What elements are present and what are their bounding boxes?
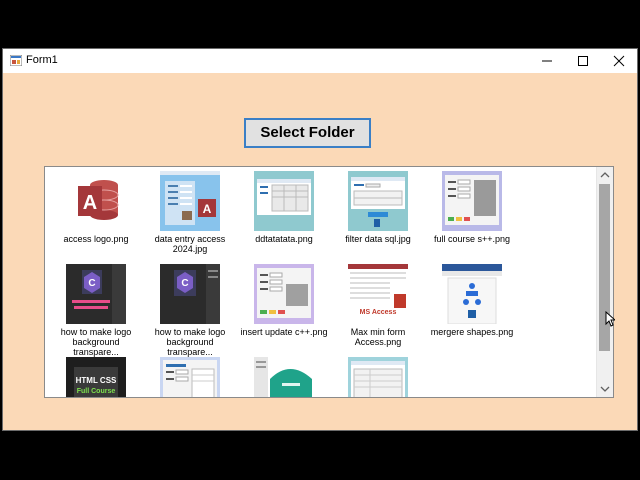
image-thumbnail-icon	[160, 357, 220, 397]
file-name: access logo.png	[63, 234, 129, 244]
image-thumbnail-icon: MS Access	[348, 264, 408, 324]
image-thumbnail-icon	[348, 357, 408, 397]
file-name: insert update c++.png	[240, 327, 328, 337]
thumb-course-label: Full Course	[77, 388, 116, 395]
file-name: mergere shapes.png	[430, 327, 514, 337]
close-button[interactable]	[601, 49, 637, 73]
thumb-html-label: HTML CSS	[76, 376, 117, 385]
file-name: Max min form Access.png	[350, 327, 406, 347]
image-thumbnail-icon: HTML CSS Full Course	[66, 357, 126, 397]
chevron-up-icon	[600, 172, 610, 178]
image-thumbnail-icon: C	[160, 264, 220, 324]
minimize-icon	[542, 60, 552, 62]
svg-text:C: C	[88, 278, 95, 289]
image-list-items: A access logo.png A data entry access 20…	[45, 167, 599, 397]
file-name: full course s++.png	[433, 234, 511, 244]
image-thumbnail-icon	[442, 264, 502, 324]
maximize-icon	[578, 56, 588, 66]
image-thumbnail-icon	[254, 171, 314, 231]
file-name: filter data sql.jpg	[345, 234, 411, 244]
svg-text:C: C	[181, 278, 188, 289]
select-folder-button[interactable]: Select Folder	[244, 118, 371, 148]
file-name: how to make logo background transpare...	[154, 327, 226, 357]
maximize-button[interactable]	[565, 49, 601, 73]
image-thumbnail-icon: A	[160, 171, 220, 231]
image-thumbnail-icon: C	[66, 264, 126, 324]
close-icon	[613, 55, 625, 67]
app-icon	[10, 55, 22, 66]
ms-access-icon: A	[66, 171, 126, 231]
image-list-view[interactable]: A access logo.png A data entry access 20…	[44, 166, 614, 398]
vertical-scrollbar[interactable]	[596, 167, 613, 397]
svg-text:A: A	[83, 192, 97, 214]
scroll-down-button[interactable]	[597, 381, 613, 397]
form1-window: Form1 Select Folder A access logo.png A …	[2, 48, 638, 431]
image-thumbnail-icon	[254, 357, 314, 397]
thumb-access-label: MS Access	[360, 309, 397, 316]
mouse-cursor-icon	[605, 311, 615, 327]
file-name: how to make logo background transpare...	[60, 327, 132, 357]
scroll-up-button[interactable]	[597, 167, 613, 183]
title-bar[interactable]: Form1	[3, 49, 637, 73]
image-thumbnail-icon	[442, 171, 502, 231]
image-thumbnail-icon	[254, 264, 314, 324]
file-name: ddtatatata.png	[255, 234, 313, 244]
window-title: Form1	[26, 54, 58, 66]
minimize-button[interactable]	[529, 49, 565, 73]
chevron-down-icon	[600, 386, 610, 392]
image-thumbnail-icon	[348, 171, 408, 231]
file-name: data entry access 2024.jpg	[154, 234, 226, 254]
svg-text:A: A	[203, 202, 212, 216]
